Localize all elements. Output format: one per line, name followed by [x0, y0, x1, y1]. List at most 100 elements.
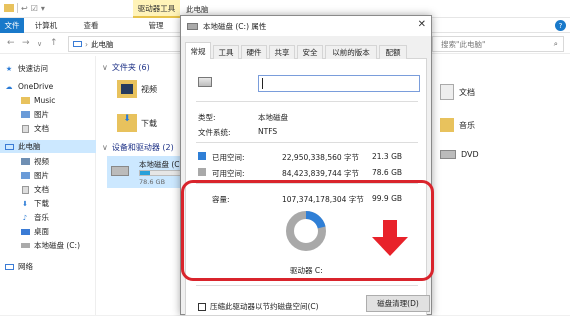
nav-label: 桌面 [34, 227, 49, 236]
disk-cleanup-button[interactable]: 磁盘清理(D) [366, 295, 430, 312]
documents-icon [20, 185, 30, 194]
nav-label: 下载 [34, 199, 49, 208]
folder-icon [4, 4, 14, 12]
folder-label: 文档 [459, 87, 475, 97]
nav-label: 本地磁盘 (C:) [34, 241, 80, 250]
free-space-gb: 78.6 GB [372, 168, 403, 177]
search-input[interactable]: 搜索"此电脑" ⌕ [432, 36, 564, 52]
group-folders[interactable]: ∨ 文件夹 (6) [102, 62, 150, 73]
folder-label: 视频 [141, 84, 157, 94]
downloads-folder-icon: ⬇ [117, 114, 137, 132]
nav-item-videos[interactable]: 视频 [0, 155, 96, 168]
search-placeholder: 搜索"此电脑" [441, 39, 486, 49]
nav-item-pictures-2[interactable]: 图片 [0, 169, 96, 182]
nav-label: 图片 [34, 171, 49, 180]
address-field[interactable]: › 此电脑 [68, 36, 186, 52]
drive-tools-context-tab[interactable]: 驱动器工具 [133, 0, 180, 18]
nav-item-documents[interactable]: 文档 [0, 122, 96, 135]
drive-name-input[interactable] [258, 75, 420, 92]
drive-icon [20, 241, 30, 250]
nav-item-onedrive[interactable]: ☁ OneDrive [0, 80, 96, 93]
drive-item-dvd[interactable]: DVD [440, 150, 479, 159]
divider [196, 101, 418, 102]
used-space-label: 已用空间: [212, 153, 245, 162]
drive-large-icon [198, 77, 212, 87]
customize-qat-icon[interactable]: ▾ [41, 4, 45, 13]
music-folder-icon [440, 118, 454, 132]
quick-access-toolbar: ↩ ☑ ▾ [4, 3, 45, 13]
help-icon[interactable]: ? [555, 20, 566, 31]
nav-item-music-2[interactable]: ♪ 音乐 [0, 211, 96, 224]
dialog-title: 本地磁盘 (C:) 属性 [203, 21, 267, 31]
divider [196, 142, 418, 143]
desktop-icon [20, 227, 30, 236]
nav-item-pictures[interactable]: 图片 [0, 108, 96, 121]
dialog-titlebar: 本地磁盘 (C:) 属性 [181, 16, 431, 36]
group-header-devices: 设备和驱动器 (2) [111, 143, 174, 152]
folder-item-music[interactable]: 音乐 [440, 118, 475, 132]
nav-label: OneDrive [18, 82, 54, 91]
star-icon: ★ [5, 64, 13, 73]
red-down-arrow-icon [372, 220, 408, 256]
ribbon-tab-view[interactable]: 查看 [76, 18, 106, 33]
properties-icon[interactable]: ☑ [31, 4, 38, 13]
nav-item-local-disk-c[interactable]: 本地磁盘 (C:) [0, 239, 96, 252]
tab-sharing[interactable]: 共享 [269, 45, 295, 59]
ribbon-tab-file[interactable]: 文件 [0, 18, 24, 33]
nav-label: 视频 [34, 157, 49, 166]
recent-locations-icon[interactable]: ∨ [37, 40, 42, 48]
text-caret [262, 78, 263, 89]
music-icon: ♪ [22, 213, 28, 222]
filesystem-value: NTFS [258, 127, 278, 136]
forward-arrow-icon[interactable]: → [22, 38, 30, 48]
computer-icon [73, 41, 82, 47]
breadcrumb-separator-icon: › [85, 39, 88, 49]
breadcrumb-this-pc[interactable]: 此电脑 [91, 39, 114, 50]
chevron-down-icon: ∨ [102, 143, 108, 152]
used-space-bytes: 22,950,338,560 字节 [282, 153, 360, 162]
undo-icon[interactable]: ↩ [21, 4, 28, 13]
tab-tools[interactable]: 工具 [213, 45, 239, 59]
folder-label: 下载 [141, 118, 157, 128]
pictures-icon [20, 110, 30, 119]
up-arrow-icon[interactable]: ↑ [50, 38, 58, 48]
nav-item-documents-2[interactable]: 文档 [0, 183, 96, 196]
tab-hardware[interactable]: 硬件 [241, 45, 267, 59]
video-icon [20, 157, 30, 166]
group-devices[interactable]: ∨ 设备和驱动器 (2) [102, 142, 174, 153]
nav-label: 文档 [34, 185, 49, 194]
drive-icon [111, 166, 129, 176]
folder-item-videos[interactable]: 视频 [117, 80, 157, 98]
divider [196, 285, 418, 286]
nav-item-quick-access[interactable]: ★ 快速访问 [0, 62, 96, 75]
compress-checkbox[interactable] [198, 302, 206, 311]
type-value: 本地磁盘 [258, 113, 288, 122]
tab-quota[interactable]: 配额 [379, 45, 407, 59]
nav-item-music[interactable]: Music [0, 94, 96, 107]
ribbon-tab-manage[interactable]: 管理 [138, 18, 174, 33]
close-icon[interactable]: ✕ [418, 19, 426, 30]
nav-label: 此电脑 [18, 142, 41, 151]
compress-drive-option[interactable]: 压缩此驱动器以节约磁盘空间(C) [198, 301, 319, 312]
free-space-bytes: 84,423,839,744 字节 [282, 169, 360, 178]
nav-label: 文档 [34, 124, 49, 133]
dvd-drive-icon [440, 150, 456, 159]
back-arrow-icon[interactable]: ← [7, 38, 15, 48]
download-icon: ⬇ [22, 199, 28, 208]
tab-previous-versions[interactable]: 以前的版本 [325, 45, 377, 59]
nav-label: 网络 [18, 262, 33, 271]
nav-item-downloads[interactable]: ⬇ 下载 [0, 197, 96, 210]
drive-icon [187, 22, 198, 30]
folder-item-downloads[interactable]: ⬇ 下载 [117, 114, 157, 132]
tab-general[interactable]: 常规 [185, 42, 211, 60]
ribbon-tab-computer[interactable]: 计算机 [28, 18, 64, 33]
tab-security[interactable]: 安全 [297, 45, 323, 59]
nav-item-network[interactable]: 网络 [0, 260, 96, 273]
nav-item-this-pc[interactable]: 此电脑 [0, 140, 96, 153]
nav-label: 音乐 [34, 213, 49, 222]
free-space-label: 可用空间: [212, 169, 245, 178]
used-space-gb: 21.3 GB [372, 152, 403, 161]
group-header-folders: 文件夹 (6) [111, 63, 150, 72]
folder-item-documents[interactable]: 文档 [440, 84, 475, 100]
nav-item-desktop[interactable]: 桌面 [0, 225, 96, 238]
